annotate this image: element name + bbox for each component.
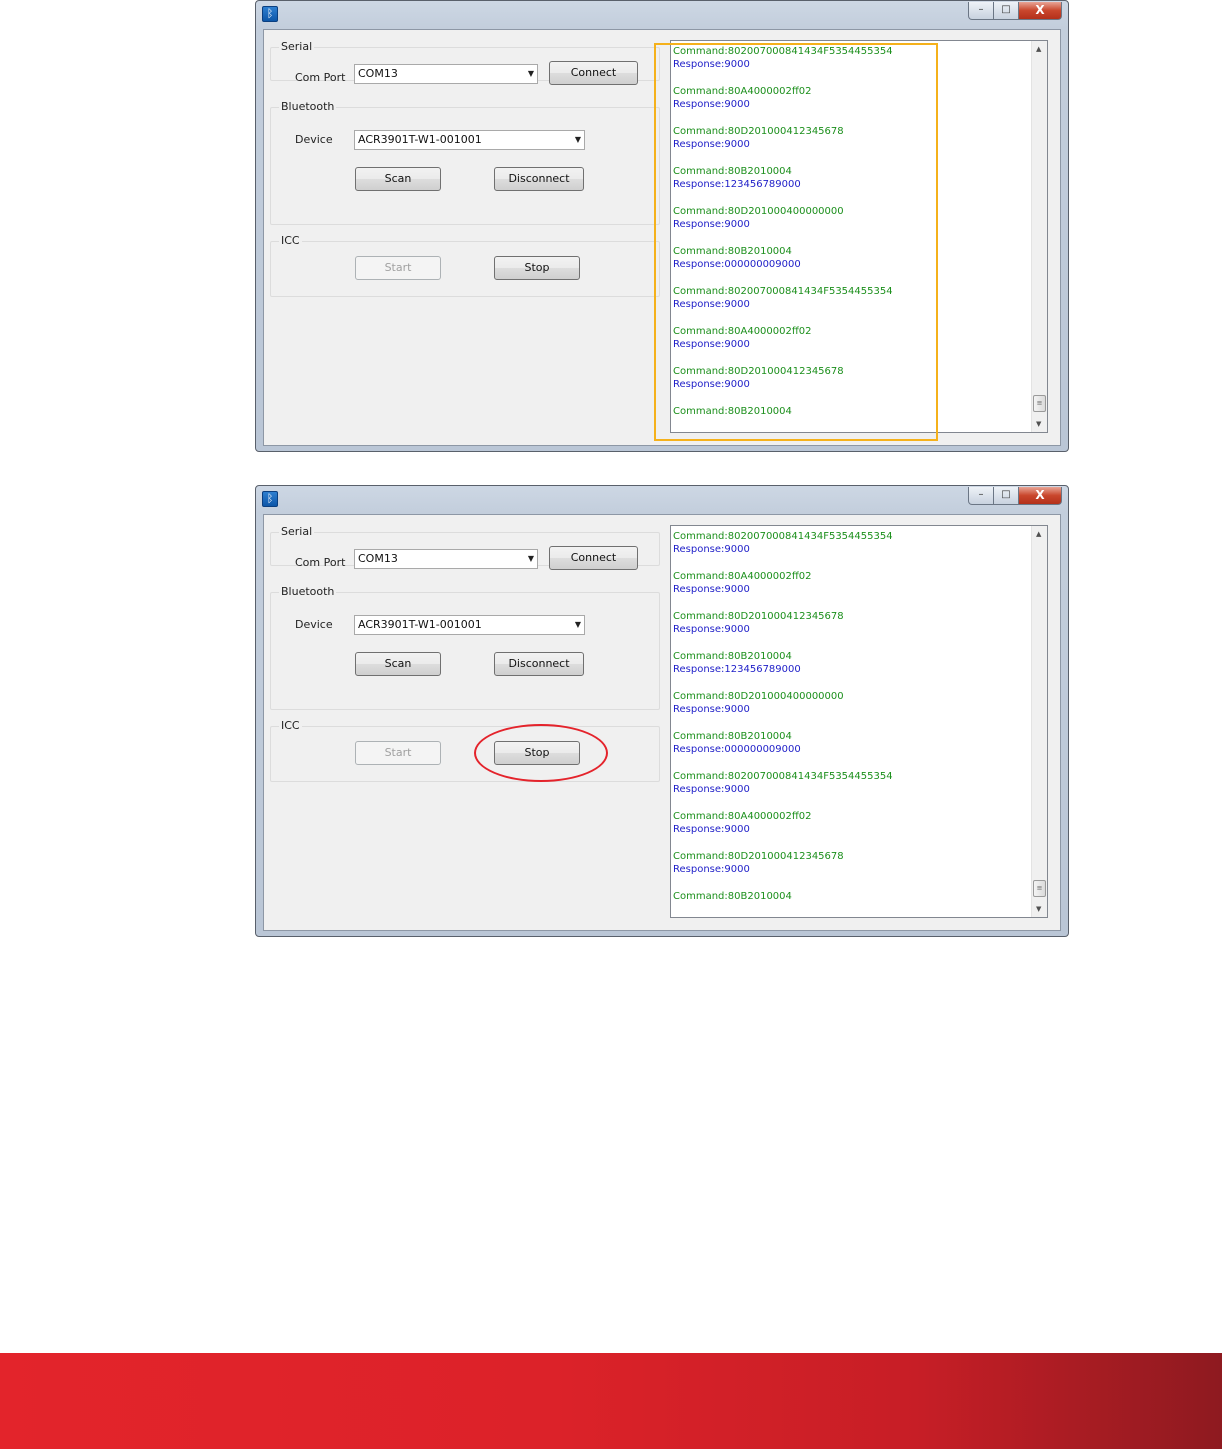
icc-group-title: ICC	[279, 234, 302, 247]
log-entry: Command:80B2010004	[673, 890, 1029, 903]
device-label: Device	[295, 133, 333, 146]
chevron-down-icon: ▼	[574, 135, 581, 144]
title-bar[interactable]: ᛒ – □ X	[256, 1, 1068, 27]
com-port-select[interactable]: COM13 ▼	[354, 549, 538, 569]
device-select[interactable]: ACR3901T-W1-001001 ▼	[354, 615, 585, 635]
log-entry: Command:80D201000412345678 Response:9000	[673, 850, 1029, 876]
chevron-down-icon: ▼	[574, 620, 581, 629]
log-response: Response:9000	[673, 784, 750, 795]
log-entry: Command:80B2010004 Response:000000009000	[673, 730, 1029, 756]
log-entries: Command:802007000841434F5354455354 Respon…	[673, 530, 1029, 917]
log-entry: Command:80A4000002ff02 Response:9000	[673, 810, 1029, 836]
log-response: Response:9000	[673, 824, 750, 835]
stop-button[interactable]: Stop	[494, 256, 580, 280]
log-entry: Command:80D201000400000000 Response:9000	[673, 690, 1029, 716]
maximize-button[interactable]: □	[994, 487, 1019, 505]
log-entry: Command:802007000841434F5354455354 Respon…	[673, 530, 1029, 556]
log-command: Command:802007000841434F5354455354	[673, 771, 893, 782]
log-command: Command:802007000841434F5354455354	[673, 531, 893, 542]
chevron-down-icon: ▼	[527, 69, 534, 78]
log-response: Response:9000	[673, 704, 750, 715]
log-entry: Command:80D201000412345678 Response:9000	[673, 610, 1029, 636]
chevron-down-icon: ▼	[527, 554, 534, 563]
scroll-thumb[interactable]: ≡	[1033, 395, 1046, 412]
caption-buttons: – □ X	[968, 487, 1062, 506]
stop-button-highlight-circle	[474, 724, 608, 782]
footer-bar	[0, 1353, 1222, 1449]
scroll-down-icon[interactable]: ▼	[1036, 420, 1041, 428]
log-response: Response:9000	[673, 584, 750, 595]
bluetooth-group: Bluetooth	[270, 100, 660, 225]
icc-group: ICC	[270, 234, 660, 297]
log-command: Command:80D201000412345678	[673, 611, 844, 622]
scroll-down-icon[interactable]: ▼	[1036, 905, 1041, 913]
log-highlight-rectangle	[654, 43, 938, 441]
disconnect-button[interactable]: Disconnect	[494, 652, 584, 676]
minimize-button[interactable]: –	[968, 487, 994, 505]
log-response: Response:9000	[673, 864, 750, 875]
scan-button[interactable]: Scan	[355, 167, 441, 191]
log-response: Response:000000009000	[673, 744, 801, 755]
close-button[interactable]: X	[1019, 2, 1062, 20]
connect-button[interactable]: Connect	[549, 61, 638, 85]
bluetooth-icon: ᛒ	[262, 6, 278, 22]
connect-button[interactable]: Connect	[549, 546, 638, 570]
close-button[interactable]: X	[1019, 487, 1062, 505]
scroll-up-icon[interactable]: ▲	[1036, 530, 1041, 538]
log-command: Command:80B2010004	[673, 651, 792, 662]
minimize-button[interactable]: –	[968, 2, 994, 20]
icc-group-title: ICC	[279, 719, 302, 732]
device-label: Device	[295, 618, 333, 631]
title-bar[interactable]: ᛒ – □ X	[256, 486, 1068, 512]
maximize-button[interactable]: □	[994, 2, 1019, 20]
scroll-thumb[interactable]: ≡	[1033, 880, 1046, 897]
com-port-select[interactable]: COM13 ▼	[354, 64, 538, 84]
app-window-2: ᛒ – □ X Serial Com Port COM13 ▼ Connect …	[255, 485, 1069, 937]
log-scrollbar[interactable]: ▲ ≡ ▼	[1031, 526, 1047, 917]
com-port-label: Com Port	[295, 71, 346, 84]
disconnect-button[interactable]: Disconnect	[494, 167, 584, 191]
device-value: ACR3901T-W1-001001	[358, 133, 482, 146]
log-command: Command:80D201000400000000	[673, 691, 844, 702]
scan-button[interactable]: Scan	[355, 652, 441, 676]
serial-group-title: Serial	[279, 525, 315, 538]
serial-group-title: Serial	[279, 40, 315, 53]
log-response: Response:9000	[673, 544, 750, 555]
log-command: Command:80D201000412345678	[673, 851, 844, 862]
log-command: Command:80B2010004	[673, 891, 792, 902]
bluetooth-group-title: Bluetooth	[279, 100, 337, 113]
bluetooth-group: Bluetooth	[270, 585, 660, 710]
bluetooth-group-title: Bluetooth	[279, 585, 337, 598]
com-port-value: COM13	[358, 67, 398, 80]
com-port-value: COM13	[358, 552, 398, 565]
com-port-label: Com Port	[295, 556, 346, 569]
bluetooth-icon: ᛒ	[262, 491, 278, 507]
log-response: Response:123456789000	[673, 664, 801, 675]
log-scrollbar[interactable]: ▲ ≡ ▼	[1031, 41, 1047, 432]
start-button[interactable]: Start	[355, 256, 441, 280]
log-command: Command:80A4000002ff02	[673, 811, 812, 822]
log-entry: Command:802007000841434F5354455354 Respon…	[673, 770, 1029, 796]
client-area: Serial Com Port COM13 ▼ Connect Bluetoot…	[263, 514, 1061, 931]
log-entry: Command:80A4000002ff02 Response:9000	[673, 570, 1029, 596]
log-command: Command:80B2010004	[673, 731, 792, 742]
log-textbox[interactable]: Command:802007000841434F5354455354 Respon…	[670, 525, 1048, 918]
caption-buttons: – □ X	[968, 2, 1062, 21]
device-value: ACR3901T-W1-001001	[358, 618, 482, 631]
log-entry: Command:80B2010004 Response:123456789000	[673, 650, 1029, 676]
log-command: Command:80A4000002ff02	[673, 571, 812, 582]
start-button[interactable]: Start	[355, 741, 441, 765]
log-response: Response:9000	[673, 624, 750, 635]
scroll-up-icon[interactable]: ▲	[1036, 45, 1041, 53]
device-select[interactable]: ACR3901T-W1-001001 ▼	[354, 130, 585, 150]
